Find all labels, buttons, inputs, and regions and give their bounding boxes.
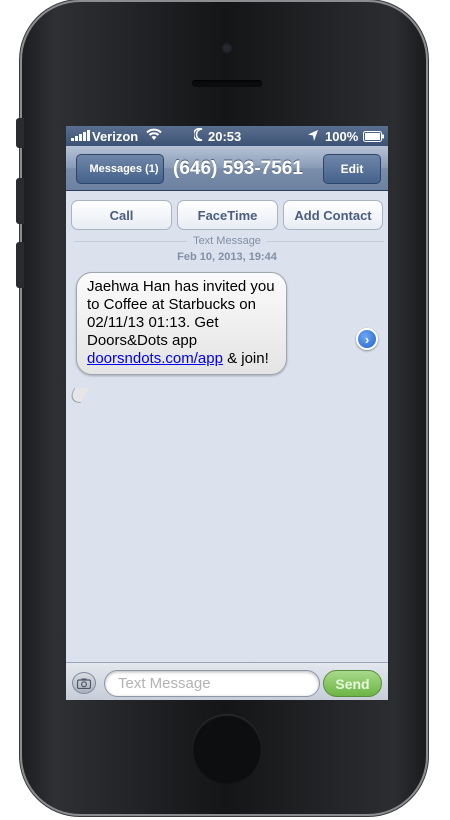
clock-time: 20:53 — [208, 129, 242, 144]
message-text: Jaehwa Han has invited you to Coffee at … — [87, 278, 275, 349]
message-link[interactable]: doorsndots.com/app — [87, 350, 223, 367]
detail-disclosure-icon[interactable]: › — [356, 328, 378, 350]
mute-switch — [16, 118, 24, 148]
carrier-name: Verizon — [92, 129, 139, 144]
message-type-label: Text Message — [66, 235, 388, 247]
home-button[interactable] — [192, 714, 262, 784]
status-bar: Verizon 20:53 100% — [66, 126, 388, 146]
add-contact-button[interactable]: Add Contact — [283, 200, 383, 230]
volume-up-button — [16, 178, 24, 224]
bubble-tail — [66, 388, 90, 403]
call-button[interactable]: Call — [71, 200, 172, 230]
battery-percent: 100% — [325, 129, 359, 144]
message-input[interactable] — [104, 670, 320, 697]
message-bubble: Jaehwa Han has invited you to Coffee at … — [76, 272, 287, 375]
back-button[interactable]: Messages (1) — [76, 154, 164, 184]
page-title: (646) 593-7561 — [173, 158, 303, 179]
front-camera — [221, 42, 233, 54]
signal-icon — [71, 129, 93, 144]
wifi-icon — [146, 128, 162, 144]
compose-bar: Send — [66, 662, 388, 700]
earpiece-speaker — [192, 80, 262, 87]
moon-icon — [192, 127, 204, 144]
volume-down-button — [16, 242, 24, 288]
edit-button[interactable]: Edit — [323, 154, 381, 184]
message-suffix: & join! — [222, 350, 269, 367]
message-date: Feb 10, 2013, 19:44 — [177, 251, 277, 263]
navigation-bar: Messages (1) (646) 593-7561 Edit — [66, 146, 388, 191]
location-arrow-icon — [308, 129, 318, 144]
battery-icon — [363, 130, 385, 145]
camera-icon[interactable] — [72, 672, 96, 694]
phone-screen: Verizon 20:53 100% Messages (1) (646) 59… — [66, 126, 388, 700]
send-button[interactable]: Send — [323, 670, 382, 697]
message-type-text: Text Message — [187, 235, 267, 247]
facetime-button[interactable]: FaceTime — [177, 200, 278, 230]
